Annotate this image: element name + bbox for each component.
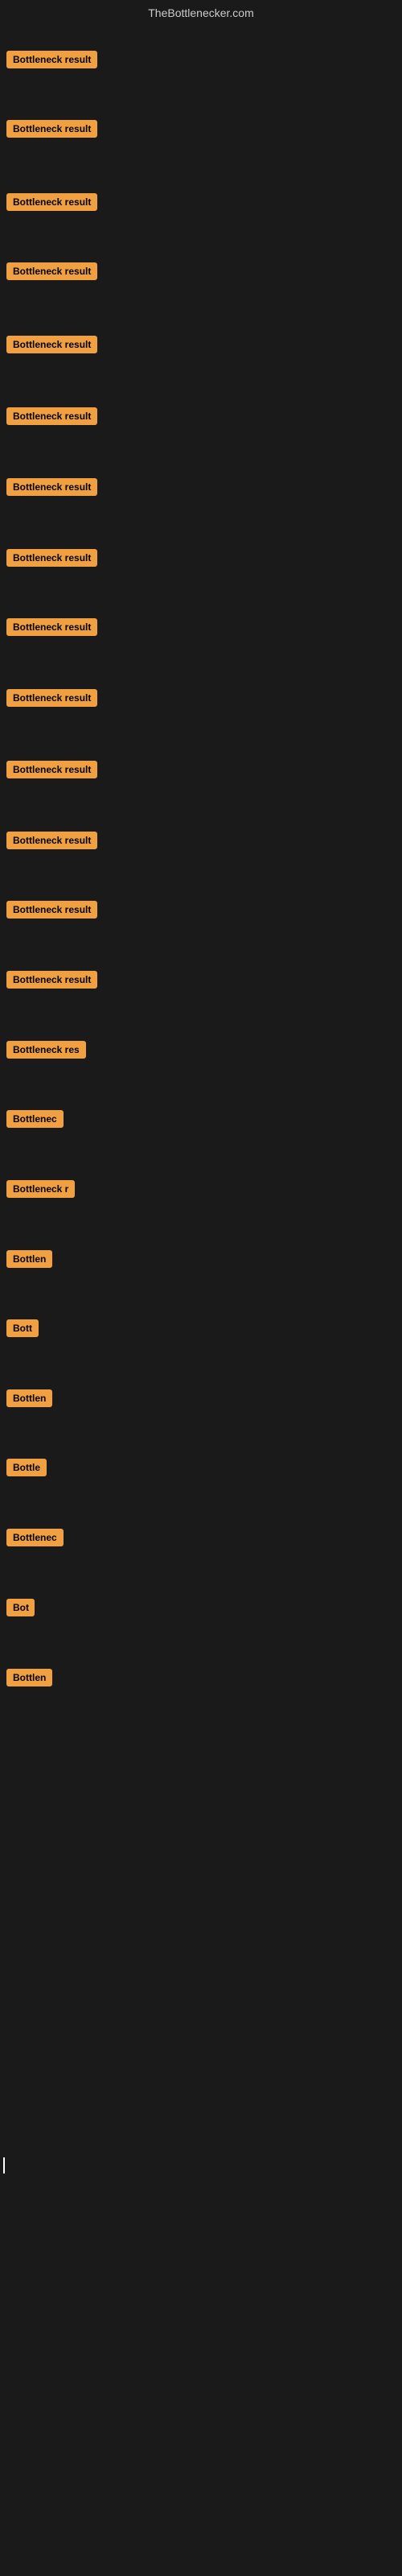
list-item[interactable]: Bottleneck result	[0, 188, 104, 216]
bottleneck-badge[interactable]: Bottlen	[6, 1389, 52, 1407]
bottleneck-badge[interactable]: Bottlen	[6, 1250, 52, 1268]
bottleneck-badge[interactable]: Bottleneck result	[6, 336, 97, 353]
bottleneck-badge[interactable]: Bottleneck result	[6, 51, 97, 68]
bottleneck-badge[interactable]: Bottleneck result	[6, 478, 97, 496]
bottleneck-badge[interactable]: Bottleneck result	[6, 689, 97, 707]
list-item[interactable]: Bottlenec	[0, 1105, 70, 1133]
bottleneck-badge[interactable]: Bottleneck result	[6, 120, 97, 138]
list-item[interactable]: Bottleneck result	[0, 896, 104, 923]
bottleneck-badge[interactable]: Bottlenec	[6, 1110, 64, 1128]
bottleneck-badge[interactable]: Bottleneck result	[6, 901, 97, 919]
bottleneck-badge[interactable]: Bottleneck result	[6, 971, 97, 989]
bottleneck-badge[interactable]: Bottleneck result	[6, 549, 97, 567]
list-item[interactable]: Bottleneck result	[0, 46, 104, 73]
site-header: TheBottlenecker.com	[0, 0, 402, 27]
bottleneck-badge[interactable]: Bottleneck result	[6, 761, 97, 778]
bottleneck-badge[interactable]: Bottleneck result	[6, 262, 97, 280]
list-item[interactable]: Bottleneck r	[0, 1175, 81, 1203]
list-item[interactable]: Bottleneck result	[0, 613, 104, 641]
list-item[interactable]: Bottleneck result	[0, 827, 104, 854]
list-item[interactable]: Bottleneck result	[0, 258, 104, 285]
list-item[interactable]: Bottleneck res	[0, 1036, 92, 1063]
bottleneck-badge[interactable]: Bottleneck r	[6, 1180, 75, 1198]
bottleneck-badge[interactable]: Bottlen	[6, 1669, 52, 1686]
bottleneck-badge[interactable]: Bottleneck result	[6, 407, 97, 425]
bottleneck-badge[interactable]: Bottleneck result	[6, 193, 97, 211]
list-item[interactable]: Bottleneck result	[0, 684, 104, 712]
list-item[interactable]: Bottleneck result	[0, 115, 104, 142]
bottleneck-badge[interactable]: Bot	[6, 1599, 35, 1616]
list-item[interactable]: Bottleneck result	[0, 473, 104, 501]
bottleneck-badge[interactable]: Bottleneck result	[6, 618, 97, 636]
list-item[interactable]: Bottle	[0, 1454, 53, 1481]
bottleneck-badge[interactable]: Bottle	[6, 1459, 47, 1476]
list-item[interactable]: Bot	[0, 1594, 41, 1621]
bottleneck-badge[interactable]: Bott	[6, 1319, 39, 1337]
site-title: TheBottlenecker.com	[148, 6, 254, 19]
list-item[interactable]: Bottleneck result	[0, 966, 104, 993]
list-item[interactable]: Bottlen	[0, 1385, 59, 1412]
list-item[interactable]: Bottleneck result	[0, 544, 104, 572]
list-item[interactable]: Bottleneck result	[0, 756, 104, 783]
bottleneck-badge[interactable]: Bottleneck result	[6, 832, 97, 849]
bottleneck-badge[interactable]: Bottlenec	[6, 1529, 64, 1546]
cursor-line	[3, 2157, 5, 2174]
list-item[interactable]: Bottlenec	[0, 1524, 70, 1551]
list-item[interactable]: Bott	[0, 1315, 45, 1342]
list-item[interactable]: Bottlen	[0, 1664, 59, 1691]
list-item[interactable]: Bottlen	[0, 1245, 59, 1273]
bottleneck-badge[interactable]: Bottleneck res	[6, 1041, 86, 1059]
list-item[interactable]: Bottleneck result	[0, 331, 104, 358]
list-item[interactable]: Bottleneck result	[0, 402, 104, 430]
